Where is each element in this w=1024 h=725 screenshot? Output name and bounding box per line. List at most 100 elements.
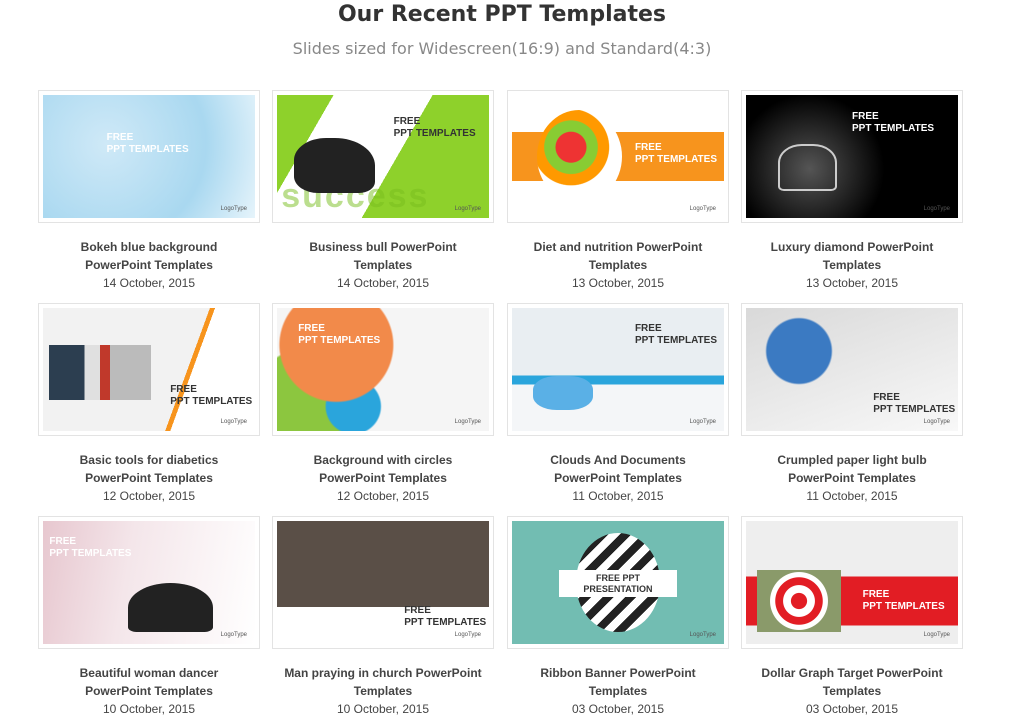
thumb-free: FREE bbox=[852, 110, 879, 122]
thumbnail-image: FREE PPT TEMPLATES LogoType bbox=[512, 95, 724, 218]
logo-mark: LogoType bbox=[923, 419, 950, 425]
thumb-ppt: PPT TEMPLATES bbox=[393, 127, 476, 139]
thumb-ppt: PPT TEMPLATES bbox=[106, 143, 189, 155]
template-thumbnail[interactable]: FREE PPT PRESENTATION LogoType bbox=[507, 516, 729, 649]
template-date: 03 October, 2015 bbox=[805, 702, 899, 716]
thumb-free: FREE bbox=[634, 322, 662, 334]
template-card[interactable]: FREE PPT TEMPLATES LogoType Basic tools fo… bbox=[38, 303, 260, 505]
template-thumbnail[interactable]: FREE PPT TEMPLATES LogoType bbox=[741, 90, 963, 223]
template-title[interactable]: Man praying in church PowerPoint Templat… bbox=[272, 664, 494, 700]
template-card[interactable]: FREE PPT TEMPLATES LogoType Luxury diamond… bbox=[741, 90, 963, 292]
thumb-ppt: PPT TEMPLATES bbox=[49, 547, 132, 559]
template-card[interactable]: FREE PPT TEMPLATES LogoType Beautiful woma… bbox=[38, 516, 260, 718]
logo-mark: LogoType bbox=[689, 419, 716, 425]
thumb-ppt: PPT TEMPLATES bbox=[170, 396, 253, 408]
page-title: Our Recent PPT Templates bbox=[337, 2, 667, 27]
template-card[interactable]: FREE PPT TEMPLATES LogoType Background wit… bbox=[272, 303, 494, 505]
thumb-free: FREE bbox=[298, 322, 325, 334]
thumbnail-image: FREE PPT TEMPLATES LogoType bbox=[512, 308, 724, 431]
logo-mark: LogoType bbox=[454, 206, 481, 212]
template-card[interactable]: FREE PPT TEMPLATES success LogoType Busines… bbox=[272, 90, 494, 292]
template-date: 10 October, 2015 bbox=[102, 702, 196, 716]
fruit-plate-image bbox=[537, 109, 623, 204]
thumbnail-image: FREE PPT TEMPLATES LogoType bbox=[43, 308, 255, 431]
thumb-ppt: PPT TEMPLATES bbox=[873, 403, 956, 415]
thumbnail-caption: FREE PPT TEMPLATES bbox=[635, 142, 717, 166]
thumbnail-caption: FREE PPT TEMPLATES bbox=[170, 384, 252, 408]
template-card[interactable]: FREE PPT TEMPLATES LogoType Dollar Graph T… bbox=[741, 516, 963, 718]
template-date: 10 October, 2015 bbox=[336, 702, 430, 716]
template-thumbnail[interactable]: FREE PPT TEMPLATES LogoType bbox=[507, 90, 729, 223]
template-card[interactable]: FREE PPT TEMPLATES LogoType Man praying in… bbox=[272, 516, 494, 718]
thumb-free: FREE bbox=[634, 141, 662, 153]
thumbnail-image: FREE PPT TEMPLATES success LogoType bbox=[277, 95, 489, 218]
cloud-image bbox=[533, 375, 593, 411]
dollar-target-image bbox=[756, 570, 842, 632]
thumb-ppt: PPT TEMPLATES bbox=[298, 334, 381, 346]
logo-mark: LogoType bbox=[220, 419, 247, 425]
template-date: 11 October, 2015 bbox=[806, 489, 898, 503]
template-title[interactable]: Diet and nutrition PowerPoint Templates bbox=[507, 238, 729, 274]
template-title[interactable]: Bokeh blue background PowerPoint Templat… bbox=[38, 238, 260, 274]
template-title[interactable]: Background with circles PowerPoint Templ… bbox=[272, 451, 494, 487]
template-card[interactable]: FREE PPT TEMPLATES LogoType Bokeh blue bac… bbox=[38, 90, 260, 292]
template-thumbnail[interactable]: FREE PPT TEMPLATES LogoType bbox=[38, 303, 260, 436]
template-thumbnail[interactable]: FREE PPT TEMPLATES LogoType bbox=[38, 516, 260, 649]
template-date: 11 October, 2015 bbox=[572, 489, 664, 503]
thumb-ppt: PPT TEMPLATES bbox=[862, 600, 945, 612]
template-date: 14 October, 2015 bbox=[336, 276, 430, 290]
thumb-ppt: PPT TEMPLATES bbox=[634, 334, 717, 346]
diamond-image bbox=[777, 144, 838, 191]
template-title[interactable]: Basic tools for diabetics PowerPoint Tem… bbox=[38, 451, 260, 487]
template-thumbnail[interactable]: FREE PPT TEMPLATES LogoType bbox=[741, 516, 963, 649]
template-title[interactable]: Ribbon Banner PowerPoint Templates bbox=[507, 664, 729, 700]
logo-mark: LogoType bbox=[689, 206, 716, 212]
template-date: 12 October, 2015 bbox=[102, 489, 196, 503]
template-title[interactable]: Crumpled paper light bulb PowerPoint Tem… bbox=[741, 451, 963, 487]
thumb-free: FREE bbox=[404, 604, 431, 616]
thumb-free: FREE bbox=[170, 384, 197, 396]
thumbnail-image: FREE PPT TEMPLATES LogoType bbox=[746, 95, 958, 218]
logo-mark: LogoType bbox=[923, 206, 950, 212]
thumb-free-ppt: FREE PPT bbox=[595, 573, 640, 584]
thumbnail-image: FREE PPT TEMPLATES LogoType bbox=[43, 95, 255, 218]
template-card[interactable]: FREE PPT TEMPLATES LogoType Diet and nutri… bbox=[507, 90, 729, 292]
thumbnail-image: FREE PPT TEMPLATES LogoType bbox=[43, 521, 255, 644]
template-thumbnail[interactable]: FREE PPT TEMPLATES LogoType bbox=[272, 303, 494, 436]
logo-mark: LogoType bbox=[923, 632, 950, 638]
thumb-free: FREE bbox=[106, 131, 134, 143]
template-title[interactable]: Clouds And Documents PowerPoint Template… bbox=[507, 451, 729, 487]
thumb-free: FREE bbox=[873, 391, 900, 403]
thumb-free: FREE bbox=[49, 535, 77, 547]
thumbnail-caption: FREE PPT TEMPLATES bbox=[873, 392, 955, 416]
template-card[interactable]: FREE PPT TEMPLATES LogoType Crumpled paper… bbox=[741, 303, 963, 505]
thumb-presentation: PRESENTATION bbox=[583, 584, 653, 595]
diabetic-tools-image bbox=[49, 344, 152, 401]
thumb-free: FREE bbox=[862, 588, 890, 600]
template-thumbnail[interactable]: FREE PPT TEMPLATES LogoType bbox=[272, 516, 494, 649]
bull-image bbox=[293, 138, 375, 194]
template-card[interactable]: FREE PPT TEMPLATES LogoType Clouds And Doc… bbox=[507, 303, 729, 505]
template-thumbnail[interactable]: FREE PPT TEMPLATES LogoType bbox=[507, 303, 729, 436]
ribbon-banner: FREE PPT PRESENTATION bbox=[558, 570, 678, 598]
template-card[interactable]: FREE PPT PRESENTATION LogoType Ribbon Bann… bbox=[507, 516, 729, 718]
template-date: 13 October, 2015 bbox=[805, 276, 899, 290]
thumbnail-caption: FREE PPT TEMPLATES bbox=[404, 605, 486, 629]
template-thumbnail[interactable]: FREE PPT TEMPLATES LogoType bbox=[741, 303, 963, 436]
thumbnail-image: FREE PPT TEMPLATES LogoType bbox=[746, 521, 958, 644]
thumbnail-caption: FREE PPT TEMPLATES bbox=[863, 589, 945, 613]
template-title[interactable]: Luxury diamond PowerPoint Templates bbox=[741, 238, 963, 274]
template-title[interactable]: Dollar Graph Target PowerPoint Templates bbox=[741, 664, 963, 700]
template-date: 12 October, 2015 bbox=[336, 489, 430, 503]
thumbnail-image: FREE PPT TEMPLATES LogoType bbox=[277, 308, 489, 431]
template-title[interactable]: Business bull PowerPoint Templates bbox=[272, 238, 494, 274]
thumb-ppt: PPT TEMPLATES bbox=[852, 122, 935, 134]
template-thumbnail[interactable]: FREE PPT TEMPLATES success LogoType bbox=[272, 90, 494, 223]
template-thumbnail[interactable]: FREE PPT TEMPLATES LogoType bbox=[38, 90, 260, 223]
logo-mark: LogoType bbox=[689, 632, 716, 638]
template-title[interactable]: Beautiful woman dancer PowerPoint Templa… bbox=[38, 664, 260, 700]
thumbnail-caption: FREE PPT TEMPLATES bbox=[49, 536, 131, 560]
template-date: 14 October, 2015 bbox=[102, 276, 196, 290]
thumbnail-image: FREE PPT TEMPLATES LogoType bbox=[277, 521, 489, 644]
thumb-ppt: PPT TEMPLATES bbox=[404, 616, 487, 628]
